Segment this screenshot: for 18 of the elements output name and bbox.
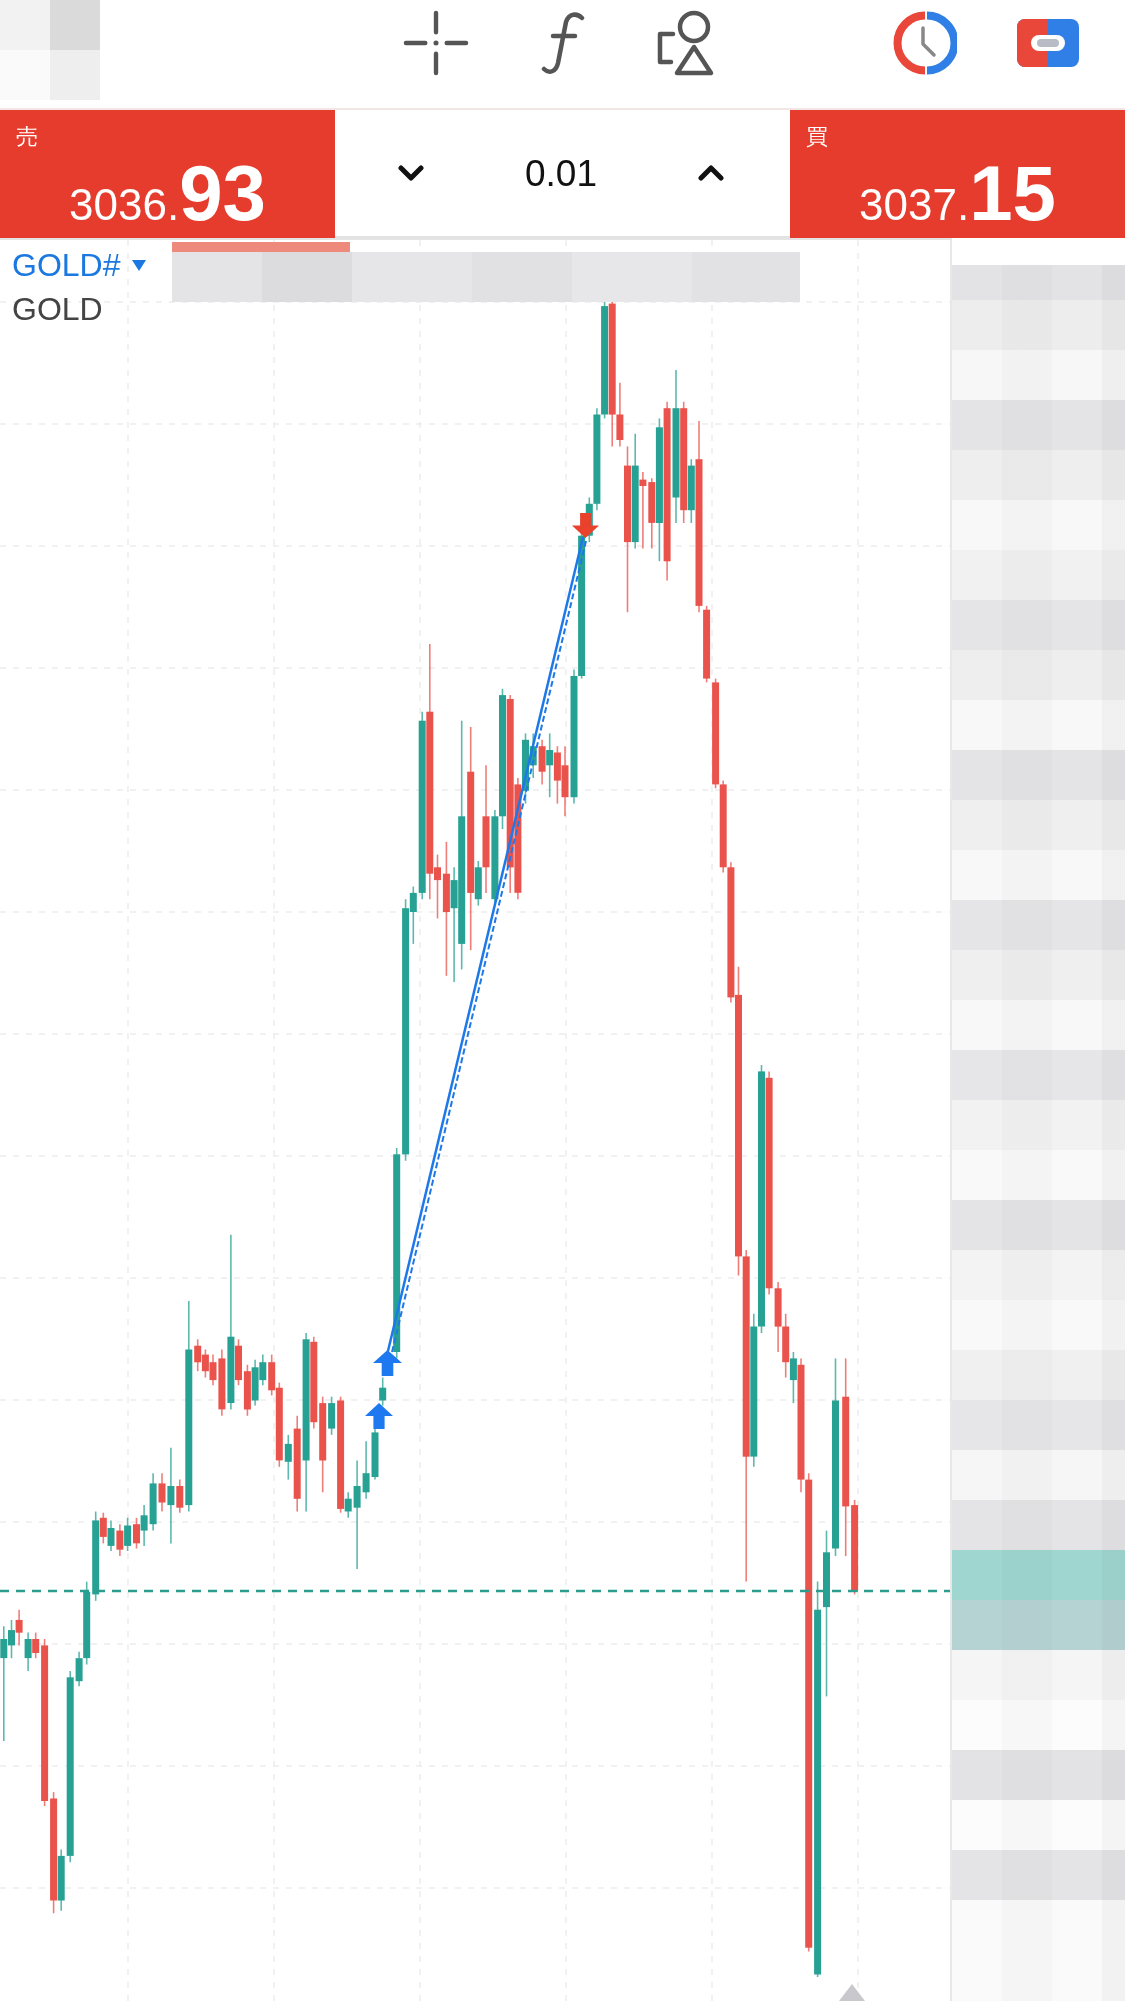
caret-down-icon bbox=[132, 259, 147, 271]
buy-button[interactable]: 買 3037.15 bbox=[790, 110, 1125, 238]
lot-size-value[interactable]: 0.01 bbox=[525, 154, 597, 192]
function-icon[interactable] bbox=[541, 11, 585, 75]
candlestick bbox=[379, 1376, 387, 1407]
shapes-icon[interactable] bbox=[657, 10, 715, 76]
chevron-up-icon[interactable] bbox=[698, 165, 724, 181]
clock-icon[interactable] bbox=[893, 11, 957, 75]
symbol-description: GOLD bbox=[12, 290, 103, 329]
triangle-icon bbox=[839, 1984, 865, 2001]
up-arrow-icon bbox=[373, 1350, 402, 1376]
symbol-selector[interactable]: GOLD# bbox=[12, 246, 147, 285]
down-arrow-icon bbox=[572, 513, 599, 538]
trade-icon[interactable] bbox=[1017, 19, 1079, 67]
up-arrow-icon bbox=[365, 1403, 393, 1429]
chevron-down-icon[interactable] bbox=[398, 165, 424, 181]
crosshair-icon[interactable] bbox=[403, 10, 469, 76]
sell-button[interactable]: 売 3036.93 bbox=[0, 110, 335, 238]
